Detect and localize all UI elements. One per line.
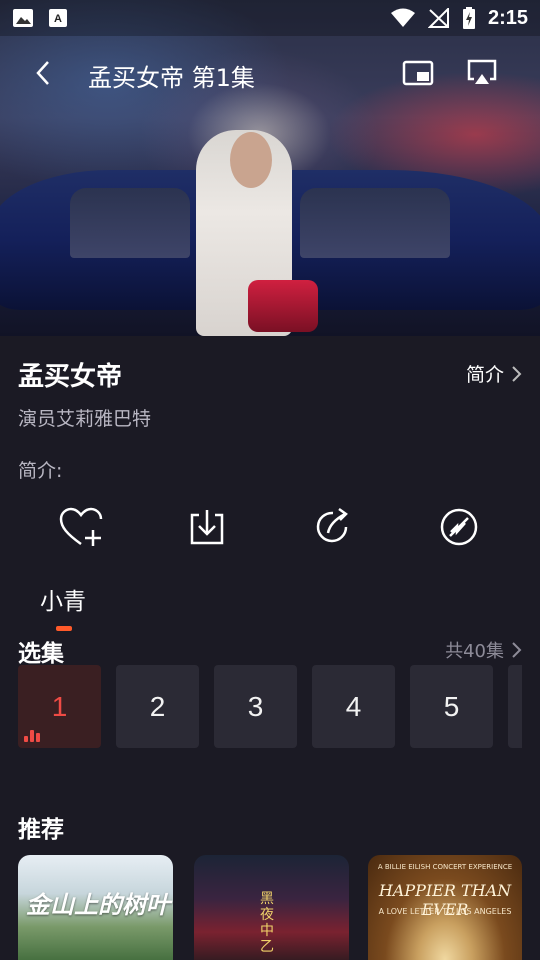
skip-icon: [440, 508, 478, 546]
battery-charging-icon: [462, 7, 475, 29]
episodes-title: 选集: [18, 641, 64, 667]
video-frame-person-head: [230, 132, 272, 188]
video-frame-bag: [248, 280, 318, 332]
video-frame-window: [300, 188, 450, 258]
episode-item[interactable]: 5: [410, 665, 493, 748]
playing-icon: [24, 730, 40, 742]
recommend-poster[interactable]: A BILLIE EILISH CONCERT EXPERIENCE HAPPI…: [368, 855, 522, 960]
episode-list: 1 2 3 4 5: [18, 665, 522, 749]
skip-intro-button[interactable]: [434, 504, 484, 550]
poster-title-art: 黑夜中乙: [260, 891, 274, 955]
picture-in-picture-icon[interactable]: [402, 60, 434, 86]
chevron-right-icon: [512, 365, 522, 382]
favorite-add-icon: [59, 507, 103, 546]
episode-number: 2: [149, 690, 166, 722]
favorite-add-button[interactable]: [56, 504, 106, 550]
episode-number: 4: [345, 690, 362, 722]
episode-number: 5: [443, 690, 460, 722]
action-bar: [0, 504, 540, 554]
airplay-icon[interactable]: [466, 58, 498, 86]
episode-item[interactable]: 3: [214, 665, 297, 748]
player-title: 孟买女帝 第1集: [88, 64, 255, 92]
tab-indicator: [56, 626, 72, 631]
poster-title-art: 金山上的树叶: [26, 891, 170, 919]
back-icon[interactable]: [30, 58, 58, 88]
poster-subtitle: A LOVE LETTER TO LOS ANGELES: [378, 907, 512, 916]
text-icon: A: [49, 9, 67, 27]
image-icon: [13, 9, 33, 27]
share-button[interactable]: [308, 504, 358, 550]
player-top-bar: 孟买女帝 第1集: [0, 48, 540, 98]
status-time: 2:15: [487, 6, 528, 29]
recommend-title: 推荐: [18, 817, 64, 843]
cast-line: 演员艾莉雅巴特: [18, 408, 152, 430]
chevron-right-icon: [512, 642, 522, 658]
intro-link[interactable]: 简介: [466, 360, 522, 387]
tab-active[interactable]: 小青: [40, 582, 86, 616]
episode-number: 3: [247, 690, 264, 722]
poster-tagline: A BILLIE EILISH CONCERT EXPERIENCE: [377, 863, 513, 871]
share-icon: [316, 507, 348, 543]
video-frame-window: [70, 188, 190, 258]
no-signal-icon: [427, 8, 449, 28]
show-title: 孟买女帝: [18, 362, 123, 392]
episode-item[interactable]: 1: [18, 665, 101, 748]
episode-number: 1: [51, 690, 68, 722]
episodes-count-link[interactable]: 共40集: [445, 637, 522, 663]
episode-item[interactable]: 2: [116, 665, 199, 748]
download-icon: [190, 510, 224, 545]
wifi-icon: [390, 8, 415, 27]
download-button[interactable]: [182, 504, 232, 550]
intro-label: 简介:: [18, 460, 63, 482]
episodes-count: 共40集: [445, 641, 504, 662]
status-bar: A 2:15: [0, 0, 540, 36]
svg-text:A: A: [54, 13, 62, 25]
recommend-poster[interactable]: 金山上的树叶: [18, 855, 173, 960]
episode-item[interactable]: [508, 665, 522, 748]
recommend-poster[interactable]: 黑夜中乙: [194, 855, 349, 960]
intro-link-label: 简介: [465, 364, 504, 386]
episode-item[interactable]: 4: [312, 665, 395, 748]
